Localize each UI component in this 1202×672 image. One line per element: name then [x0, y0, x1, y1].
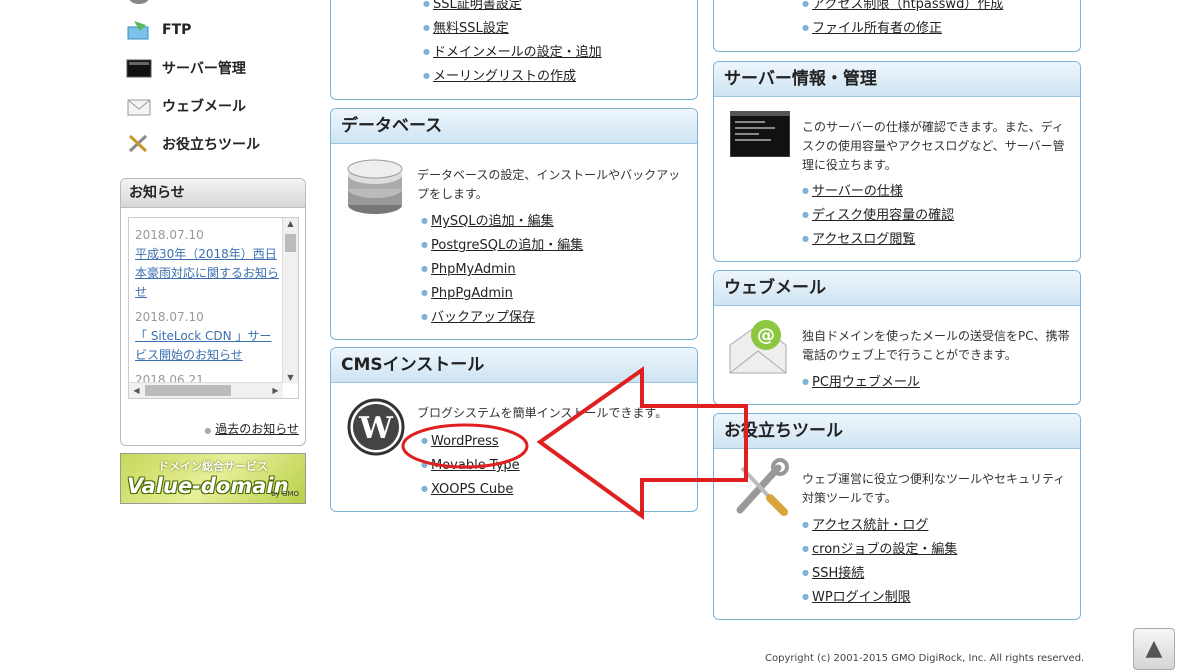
panel-description: データベースの設定、インストールやバックアップをします。	[417, 168, 681, 201]
terminal-icon	[729, 110, 791, 161]
copyright: Copyright (c) 2001-2015 GMO DigiRock, In…	[765, 653, 1085, 664]
domain-panel: SSL証明書設定 無料SSL設定 ドメインメールの設定・追加 メーリングリストの…	[330, 0, 698, 100]
panel-title: お役立ちツール	[714, 414, 1080, 449]
ftp-icon	[126, 19, 152, 41]
server-info-panel: サーバー情報・管理 このサーバーの仕様が確認できます。また、ディスクの使用容量や…	[713, 61, 1081, 262]
database-panel: データベース データベースの設定、インストールやバックアップをします。 MySQ…	[330, 108, 698, 340]
sidebar-item-label: お役立ちツール	[162, 137, 260, 153]
scroll-left-icon[interactable]: ◀	[129, 386, 144, 395]
panel-title: サーバー情報・管理	[714, 62, 1080, 97]
horizontal-scrollbar[interactable]: ◀ ▶	[129, 382, 283, 398]
postgresql-link[interactable]: PostgreSQLの追加・編集	[421, 236, 583, 255]
access-stats-link[interactable]: アクセス統計・ログ	[802, 516, 928, 535]
bullet-icon: ●	[204, 426, 212, 435]
news-date: 2018.07.10	[135, 310, 204, 324]
sidebar-item-tools[interactable]: お役立ちツール	[126, 131, 260, 157]
panel-description: ブログシステムを簡単インストールできます。	[417, 406, 668, 420]
wp-login-limit-link[interactable]: WPログイン制限	[802, 588, 911, 607]
svg-text:W: W	[358, 411, 394, 446]
database-icon	[345, 157, 405, 221]
panel-title: データベース	[331, 109, 697, 144]
domain-mail-link[interactable]: ドメインメールの設定・追加	[423, 43, 602, 62]
news-more-link[interactable]: ● 過去のお知らせ	[204, 420, 299, 437]
tools-panel: お役立ちツール ウェブ運営に役立つ便利なツールやセキュリティ対策ツールです。 ア…	[713, 413, 1081, 620]
ssl-cert-link[interactable]: SSL証明書設定	[423, 0, 522, 14]
webmail-icon	[126, 95, 152, 117]
news-scroll-area[interactable]: 2018.07.10 平成30年（2018年）西日本豪雨対応に関するお知らせ 2…	[128, 217, 299, 399]
news-date: 2018.07.10	[135, 228, 204, 242]
htpasswd-link[interactable]: アクセス制限（htpasswd）作成	[802, 0, 1003, 14]
panel-title: ウェブメール	[714, 271, 1080, 306]
mysql-link[interactable]: MySQLの追加・編集	[421, 212, 554, 231]
value-domain-logo: Value-domain	[127, 474, 289, 498]
scroll-down-icon[interactable]: ▼	[283, 373, 298, 382]
wrench-screwdriver-icon	[730, 458, 790, 522]
phpmyadmin-link[interactable]: PhpMyAdmin	[421, 260, 516, 279]
sidebar-item-label: FTP	[162, 22, 192, 38]
sidebar-item-label: サーバー管理	[162, 61, 246, 77]
free-ssl-link[interactable]: 無料SSL設定	[423, 19, 509, 38]
scroll-right-icon[interactable]: ▶	[268, 386, 283, 395]
server-spec-link[interactable]: サーバーの仕様	[802, 182, 903, 201]
phppgadmin-link[interactable]: PhpPgAdmin	[421, 284, 513, 303]
sidebar-item-ftp[interactable]: FTP	[126, 17, 191, 43]
scroll-thumb[interactable]	[145, 385, 231, 396]
news-panel: お知らせ 2018.07.10 平成30年（2018年）西日本豪雨対応に関するお…	[120, 178, 306, 446]
backup-link[interactable]: バックアップ保存	[421, 308, 535, 327]
vertical-scrollbar[interactable]: ▲ ▼	[282, 218, 298, 383]
cms-panel: CMSインストール W ブログシステムを簡単インストールできます。 WordPr…	[330, 347, 698, 512]
sidebar-item-webmail[interactable]: ウェブメール	[126, 93, 246, 119]
news-link[interactable]: 「 SiteLock CDN 」サービス開始のお知らせ	[135, 329, 271, 362]
scroll-up-icon[interactable]: ▲	[283, 219, 298, 228]
news-title: お知らせ	[121, 179, 305, 208]
file-owner-link[interactable]: ファイル所有者の修正	[802, 19, 942, 38]
pc-webmail-link[interactable]: PC用ウェブメール	[802, 373, 920, 392]
email-icon: @	[726, 315, 790, 383]
disk-usage-link[interactable]: ディスク使用容量の確認	[802, 206, 954, 225]
access-log-link[interactable]: アクセスログ閲覧	[802, 230, 915, 249]
panel-description: 独自ドメインを使ったメールの送受信をPC、携帯電話のウェブ上で行うことができます…	[802, 329, 1070, 362]
webmail-panel: ウェブメール @ 独自ドメインを使ったメールの送受信をPC、携帯電話のウェブ上で…	[713, 270, 1081, 405]
value-domain-banner[interactable]: ドメイン総合サービス Value-domain by GMO	[120, 453, 306, 504]
movable-type-link[interactable]: Movable Type	[421, 456, 520, 475]
arrow-up-icon: ▲	[1145, 636, 1163, 661]
sidebar-item-server-management[interactable]: サーバー管理	[126, 55, 246, 81]
page-top-button[interactable]: ▲	[1133, 628, 1175, 670]
sidebar-item-top[interactable]	[126, 0, 152, 16]
banner-caption: ドメイン総合サービス	[158, 460, 268, 473]
globe-icon	[126, 0, 152, 14]
wordpress-icon: W	[347, 398, 405, 460]
access-panel: アクセス制限（htpasswd）作成 ファイル所有者の修正	[713, 0, 1081, 52]
cron-link[interactable]: cronジョブの設定・編集	[802, 540, 957, 559]
server-management-icon	[126, 57, 152, 79]
mailing-list-link[interactable]: メーリングリストの作成	[423, 67, 576, 86]
wordpress-link[interactable]: WordPress	[421, 432, 499, 451]
ssh-link[interactable]: SSH接続	[802, 564, 864, 583]
scroll-thumb[interactable]	[285, 234, 296, 252]
tools-icon	[126, 133, 152, 155]
panel-description: ウェブ運営に役立つ便利なツールやセキュリティ対策ツールです。	[802, 472, 1066, 505]
news-link[interactable]: 平成30年（2018年）西日本豪雨対応に関するお知らせ	[135, 247, 279, 299]
news-more-label[interactable]: 過去のお知らせ	[215, 422, 299, 436]
svg-text:@: @	[757, 325, 775, 346]
panel-title: CMSインストール	[331, 348, 697, 383]
gmo-logo: by GMO	[271, 490, 299, 498]
xoops-cube-link[interactable]: XOOPS Cube	[421, 480, 513, 499]
sidebar-item-label: ウェブメール	[162, 99, 246, 115]
panel-description: このサーバーの仕様が確認できます。また、ディスクの使用容量やアクセスログなど、サ…	[802, 120, 1065, 172]
